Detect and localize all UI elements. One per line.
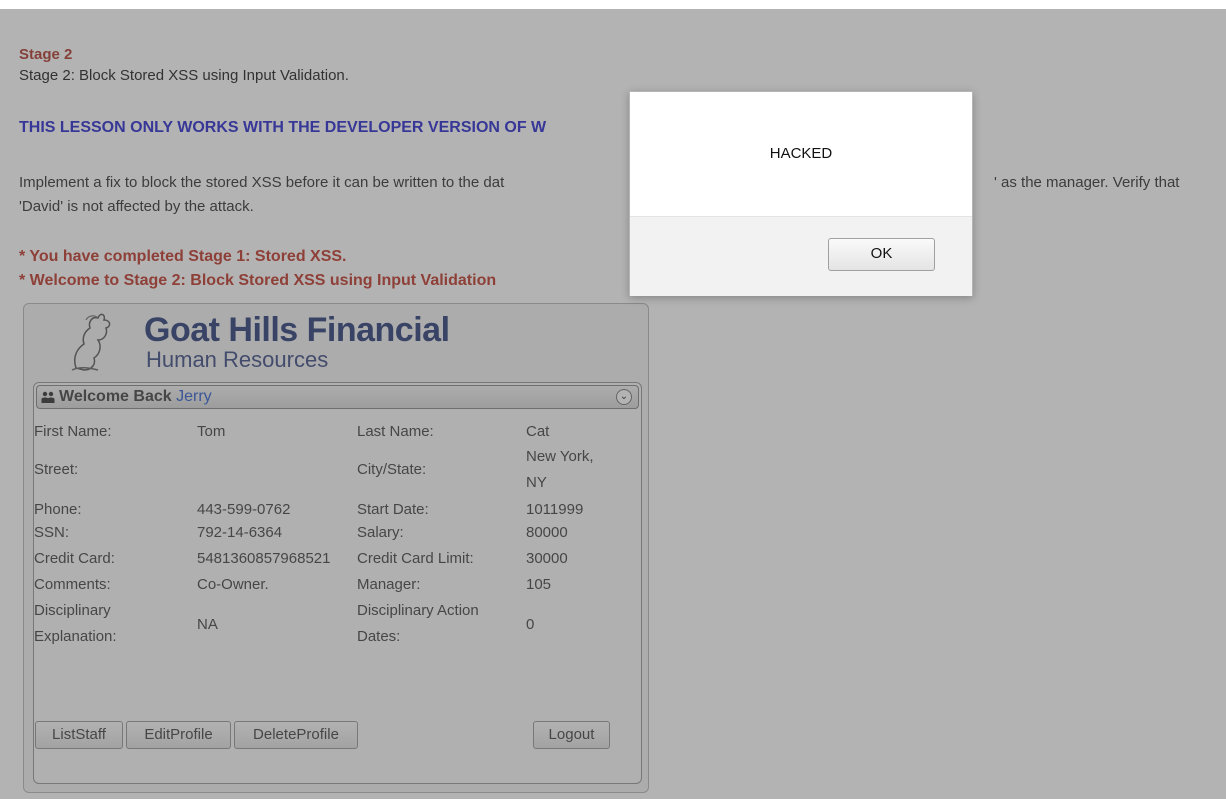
alert-footer: OK: [630, 216, 972, 296]
ok-button[interactable]: OK: [828, 238, 935, 271]
alert-dialog: HACKED OK: [629, 91, 973, 296]
modal-overlay: [0, 0, 1226, 799]
browser-top-edge: [0, 0, 1226, 9]
alert-message: HACKED: [769, 145, 833, 162]
